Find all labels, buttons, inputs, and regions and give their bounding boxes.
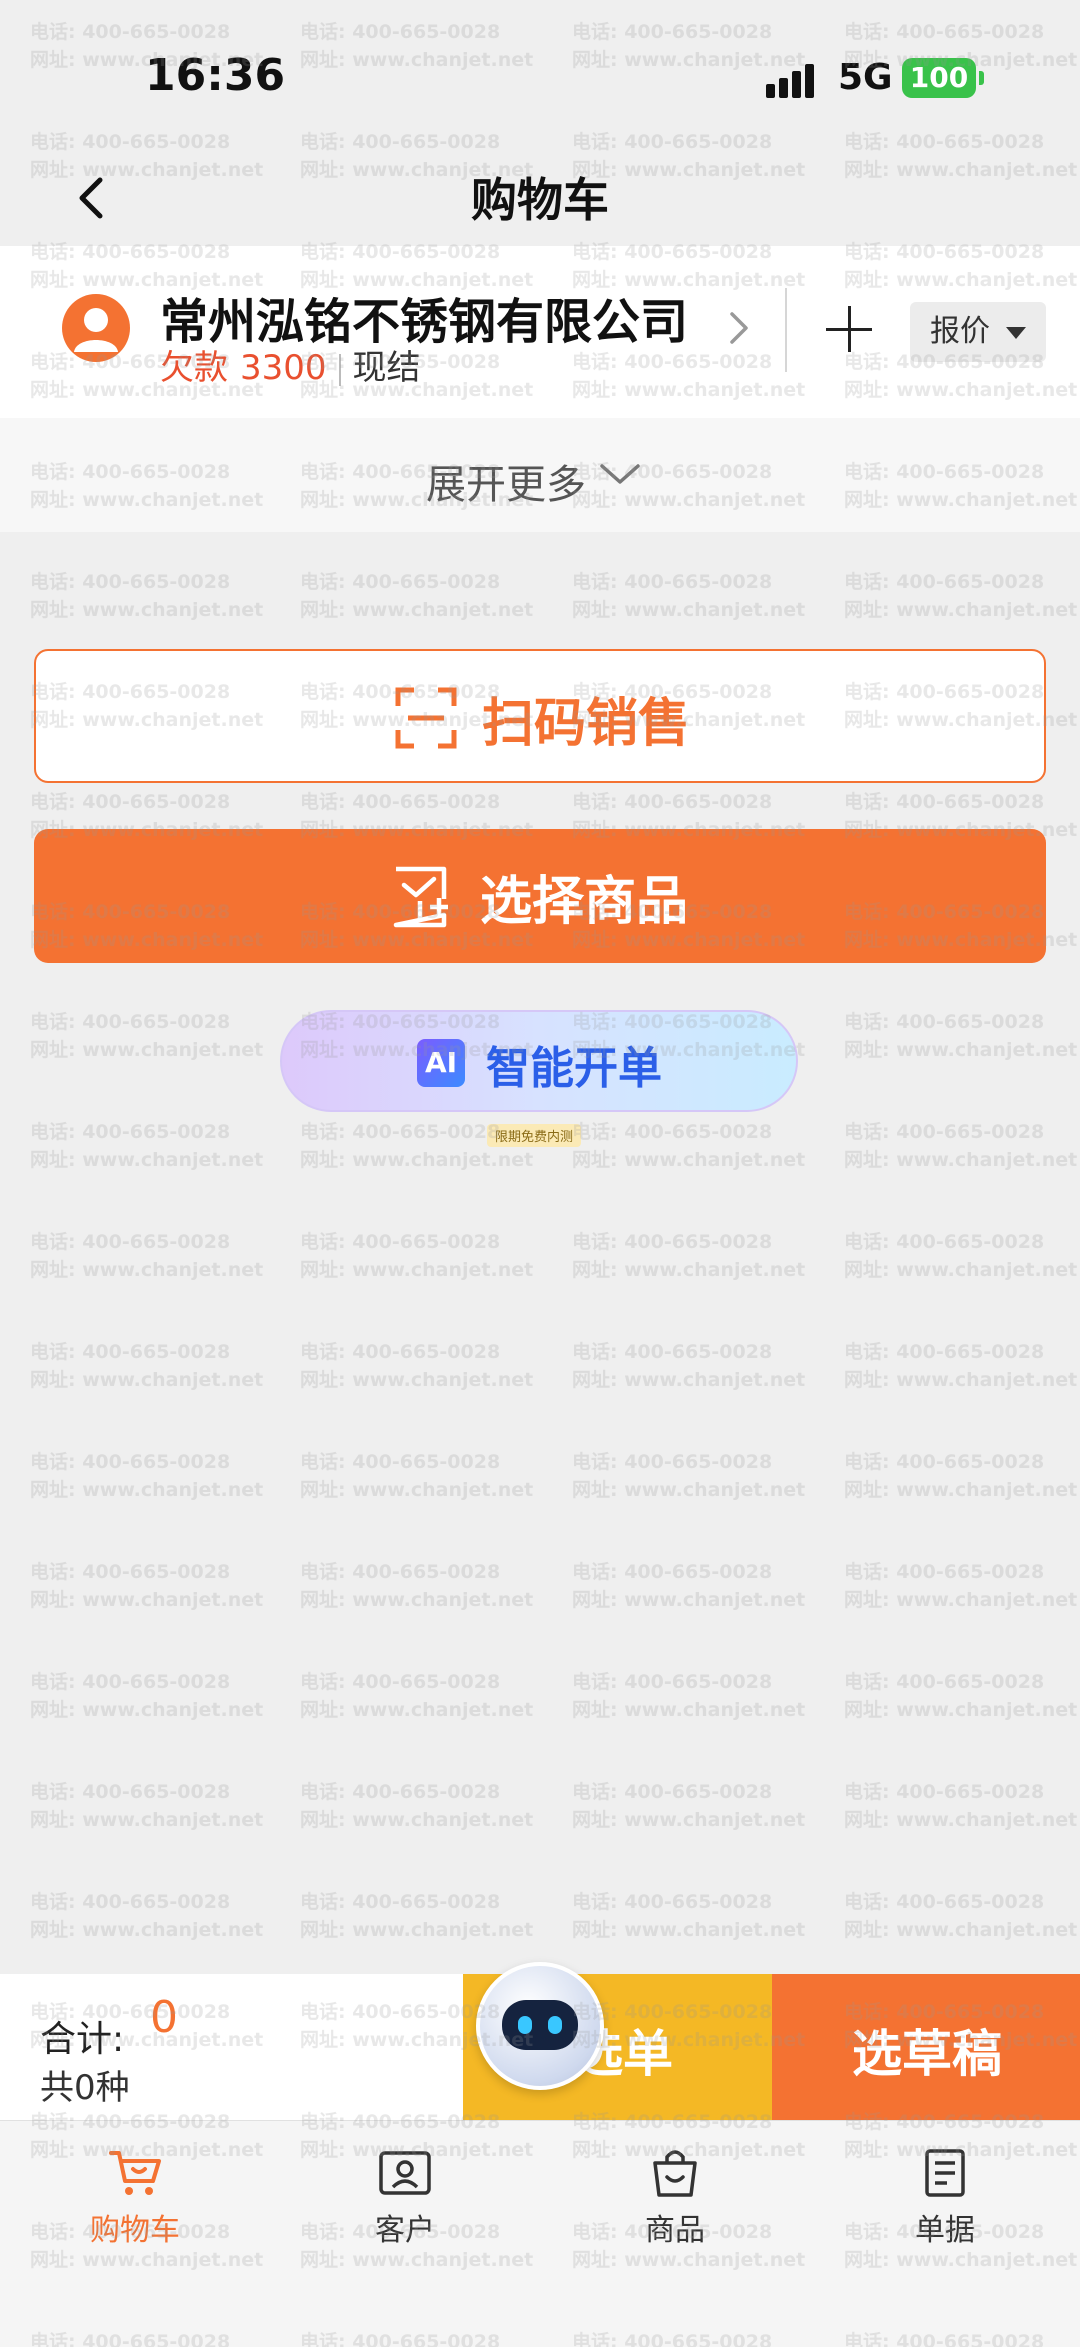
assistant-robot-icon[interactable] <box>476 1962 604 2090</box>
watermark-text: 电话: 400-665-0028网址: www.chanjet.net <box>572 1121 806 1171</box>
page-title: 购物车 <box>471 173 609 227</box>
watermark-text: 电话: 400-665-0028网址: www.chanjet.net <box>30 1231 264 1281</box>
network-type: 5G <box>838 57 893 98</box>
back-icon[interactable] <box>64 168 124 228</box>
status-bar: 16:36 5G 100 <box>0 0 1080 150</box>
add-customer-button[interactable] <box>826 306 872 352</box>
avatar <box>62 294 130 362</box>
scan-icon <box>395 687 457 749</box>
select-draft-button[interactable]: 选草稿 <box>772 1974 1080 2120</box>
tab-cart[interactable]: 购物车 <box>0 2147 270 2267</box>
shopping-bag-icon <box>653 2150 697 2197</box>
select-goods-button[interactable]: 选择商品 <box>34 829 1046 963</box>
watermark-text: 电话: 400-665-0028网址: www.chanjet.net <box>844 1781 1078 1831</box>
watermark-text: 电话: 400-665-0028网址: www.chanjet.net <box>300 1671 534 1721</box>
robot-eye <box>518 2016 532 2034</box>
watermark-text: 电话: 400-665-0028网址: www.chanjet.net <box>300 1561 534 1611</box>
divider <box>785 288 787 372</box>
customer-card-icon <box>379 2151 431 2195</box>
watermark-text: 电话: 400-665-0028网址: www.chanjet.net <box>572 1561 806 1611</box>
watermark-text: 电话: 400-665-0028网址: www.chanjet.net <box>30 1671 264 1721</box>
watermark-text: 电话: 400-665-0028网址: www.chanjet.net <box>30 1781 264 1831</box>
tab-bar: 购物车 客户 商品 单据 <box>0 2120 1080 2347</box>
watermark-text: 电话: 400-665-0028网址: www.chanjet.net <box>30 1561 264 1611</box>
select-goods-label: 选择商品 <box>480 872 689 932</box>
watermark-text: 电话: 400-665-0028网址: www.chanjet.net <box>30 1451 264 1501</box>
document-icon <box>925 2149 965 2197</box>
total-value: 0 <box>150 1992 178 2043</box>
tab-label: 客户 <box>375 2213 435 2248</box>
watermark-text: 电话: 400-665-0028网址: www.chanjet.net <box>572 1891 806 1941</box>
watermark-text: 电话: 400-665-0028网址: www.chanjet.net <box>300 1451 534 1501</box>
chevron-right-icon[interactable] <box>724 308 754 348</box>
scan-sale-label: 扫码销售 <box>482 694 691 754</box>
watermark-text: 电话: 400-665-0028网址: www.chanjet.net <box>572 1451 806 1501</box>
watermark-text: 电话: 400-665-0028网址: www.chanjet.net <box>844 1451 1078 1501</box>
tab-documents[interactable]: 单据 <box>810 2147 1080 2267</box>
divider <box>338 353 341 386</box>
select-goods-icon <box>393 866 448 928</box>
watermark-text: 电话: 400-665-0028网址: www.chanjet.net <box>572 1341 806 1391</box>
robot-face <box>502 2000 578 2050</box>
watermark-text: 电话: 400-665-0028网址: www.chanjet.net <box>30 1341 264 1391</box>
ai-icon: AI <box>417 1039 465 1087</box>
battery-icon: 100 <box>902 58 984 98</box>
watermark-text: 电话: 400-665-0028网址: www.chanjet.net <box>572 571 806 621</box>
settle-label: 现结 <box>352 348 421 388</box>
total-area: 合计: 0 共0种 <box>0 1974 463 2120</box>
chevron-down-icon <box>600 464 640 484</box>
watermark-text: 电话: 400-665-0028网址: www.chanjet.net <box>844 1561 1078 1611</box>
status-time: 16:36 <box>145 50 286 101</box>
debt-label: 欠款 <box>160 348 228 388</box>
watermark-text: 电话: 400-665-0028网址: www.chanjet.net <box>300 1231 534 1281</box>
signal-icon <box>766 60 822 98</box>
watermark-text: 电话: 400-665-0028网址: www.chanjet.net <box>572 1781 806 1831</box>
expand-more-button[interactable]: 展开更多 <box>0 418 1080 532</box>
robot-eye <box>548 2016 562 2034</box>
watermark-text: 电话: 400-665-0028网址: www.chanjet.net <box>30 1011 264 1061</box>
select-draft-label: 选草稿 <box>852 2025 1002 2083</box>
free-beta-tag: 限期免费内测 <box>487 1124 582 1147</box>
caret-down-icon <box>1006 327 1026 339</box>
kind-count: 共0种 <box>40 2068 130 2108</box>
watermark-text: 电话: 400-665-0028网址: www.chanjet.net <box>572 1231 806 1281</box>
watermark-text: 电话: 400-665-0028网址: www.chanjet.net <box>30 571 264 621</box>
watermark-text: 电话: 400-665-0028网址: www.chanjet.net <box>844 1341 1078 1391</box>
watermark-text: 电话: 400-665-0028网址: www.chanjet.net <box>844 1671 1078 1721</box>
customer-card[interactable]: 常州泓铭不锈钢有限公司 欠款 3300 现结 报价 <box>0 246 1080 418</box>
watermark-text: 电话: 400-665-0028网址: www.chanjet.net <box>300 1891 534 1941</box>
ai-smart-order-button[interactable]: AI 智能开单 <box>280 1010 798 1112</box>
watermark-text: 电话: 400-665-0028网址: www.chanjet.net <box>300 1781 534 1831</box>
user-icon <box>74 308 118 352</box>
tab-label: 单据 <box>915 2213 975 2248</box>
quote-dropdown[interactable]: 报价 <box>910 302 1046 362</box>
cart-icon <box>109 2151 161 2195</box>
customer-balance: 欠款 3300 现结 <box>160 340 421 389</box>
expand-more-label: 展开更多 <box>426 462 586 508</box>
watermark-text: 电话: 400-665-0028网址: www.chanjet.net <box>300 571 534 621</box>
watermark-text: 电话: 400-665-0028网址: www.chanjet.net <box>300 1341 534 1391</box>
debt-value: 3300 <box>240 348 327 388</box>
tab-customer[interactable]: 客户 <box>270 2147 540 2267</box>
watermark-text: 电话: 400-665-0028网址: www.chanjet.net <box>844 1011 1078 1061</box>
watermark-text: 电话: 400-665-0028网址: www.chanjet.net <box>844 571 1078 621</box>
tab-goods[interactable]: 商品 <box>540 2147 810 2267</box>
watermark-text: 电话: 400-665-0028网址: www.chanjet.net <box>572 1671 806 1721</box>
ai-smart-order-label: 智能开单 <box>486 1043 662 1094</box>
tab-label: 购物车 <box>90 2213 180 2248</box>
watermark-text: 电话: 400-665-0028网址: www.chanjet.net <box>844 1121 1078 1171</box>
quote-label: 报价 <box>930 314 990 349</box>
watermark-text: 电话: 400-665-0028网址: www.chanjet.net <box>30 1121 264 1171</box>
tab-label: 商品 <box>645 2213 705 2248</box>
watermark-text: 电话: 400-665-0028网址: www.chanjet.net <box>30 1891 264 1941</box>
watermark-text: 电话: 400-665-0028网址: www.chanjet.net <box>844 1231 1078 1281</box>
nav-bar: 购物车 <box>0 150 1080 246</box>
watermark-text: 电话: 400-665-0028网址: www.chanjet.net <box>844 1891 1078 1941</box>
scan-sale-button[interactable]: 扫码销售 <box>34 649 1046 783</box>
total-label: 合计: <box>40 2019 125 2060</box>
